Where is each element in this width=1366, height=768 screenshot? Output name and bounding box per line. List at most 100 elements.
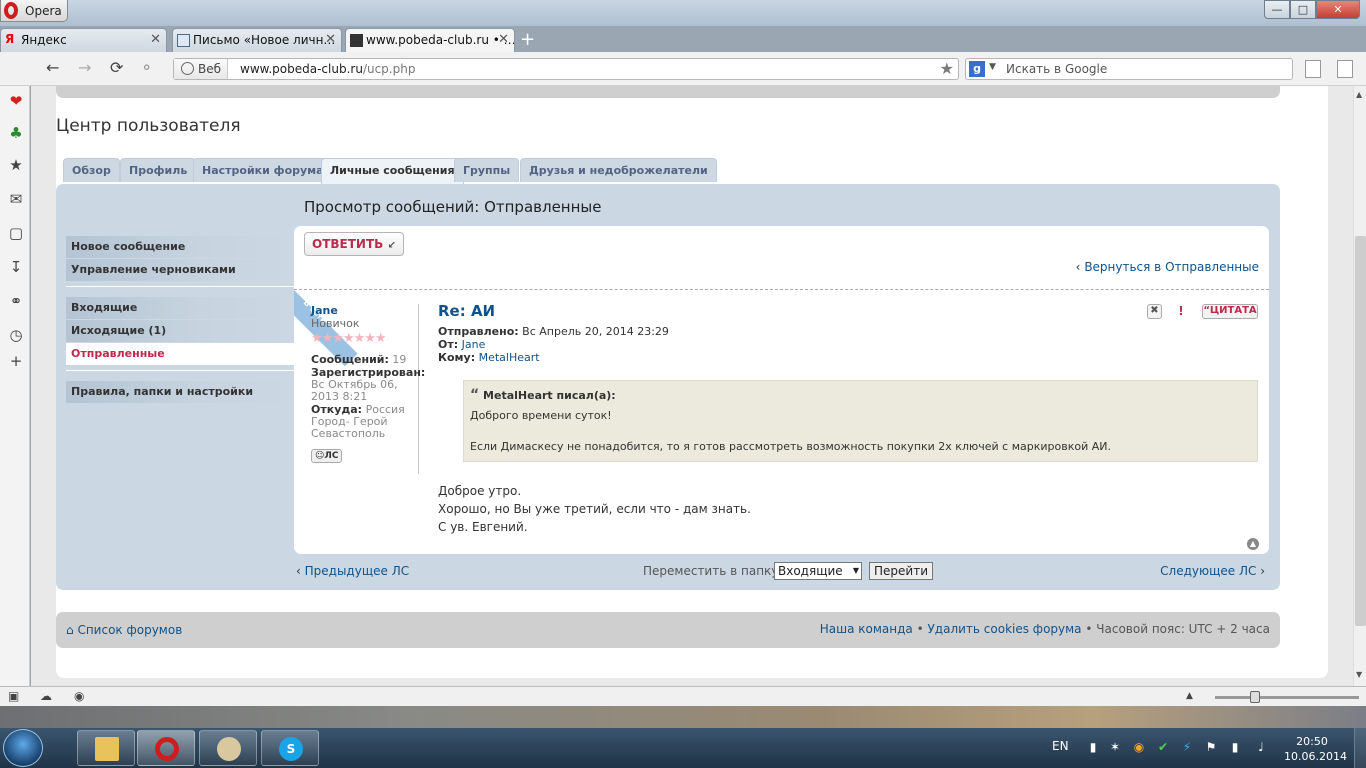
links-icon[interactable]: ⚭ <box>8 292 24 310</box>
notes-icon[interactable]: ▢ <box>8 224 24 242</box>
tab-pobeda[interactable]: www.pobeda-club.ru • … ✕ <box>345 28 515 53</box>
heart-icon[interactable]: ❤ <box>8 92 24 110</box>
back-arrow-icon[interactable]: ← <box>46 58 59 77</box>
side-panel: ❤ ♣ ★ ✉ ▢ ↧ ⚭ ◷ + <box>0 86 30 686</box>
back-to-sent-link[interactable]: ‹ Вернуться в Отправленные <box>1076 260 1259 274</box>
back-to-top-icon[interactable]: ▲ <box>1247 538 1259 550</box>
web-badge[interactable]: Веб <box>174 59 229 79</box>
app-tray-icon[interactable]: ◉ <box>1132 740 1146 754</box>
pm-button[interactable]: ☺ЛС <box>311 449 343 463</box>
delete-cookies-link[interactable]: Удалить cookies форума <box>927 622 1081 636</box>
to-label: Кому: <box>438 351 476 364</box>
cloud-icon[interactable]: ☁ <box>40 689 52 703</box>
address-bar[interactable]: Веб www.pobeda-club.ru/ucp.php ★ <box>173 58 959 80</box>
mail-panel-icon[interactable]: ✉ <box>8 190 24 208</box>
tab-label: Письмо «Новое личн… <box>193 33 336 47</box>
taskbar-opera[interactable] <box>137 730 195 766</box>
menu-item-sent[interactable]: Отправленные <box>66 343 294 365</box>
post-profile: Jane Новичок ★★★★★★★ Сообщений: 19 Зарег… <box>311 304 425 474</box>
folder-select[interactable]: Входящие <box>774 562 862 580</box>
add-panel-icon[interactable]: + <box>8 352 24 370</box>
tab-mail[interactable]: Письмо «Новое личн… ✕ <box>172 28 342 52</box>
quote-button[interactable]: “ЦИТАТА <box>1202 304 1258 319</box>
team-link[interactable]: Наша команда <box>820 622 913 636</box>
previous-pm-link[interactable]: ‹ Предыдущее ЛС <box>296 564 409 578</box>
next-pm-link[interactable]: Следующее ЛС › <box>1160 564 1265 578</box>
url-text[interactable]: www.pobeda-club.ru/ucp.php <box>240 62 415 76</box>
flag-tray-icon[interactable]: ⚑ <box>1204 740 1218 754</box>
tab-groups[interactable]: Группы <box>454 158 520 182</box>
check-tray-icon[interactable]: ✔ <box>1156 740 1170 754</box>
search-field[interactable]: g ▼ Искать в Google <box>965 58 1293 80</box>
post-title[interactable]: Re: АИ <box>438 302 1258 320</box>
quote-line: Доброго времени суток! <box>470 409 612 422</box>
tab-friends-foes[interactable]: Друзья и недоброжелатели <box>520 158 717 182</box>
quote-header: “ MetalHeart писал(а): <box>470 387 1251 403</box>
to-link[interactable]: MetalHeart <box>479 351 540 364</box>
network-signal-icon[interactable]: ▮ <box>1086 740 1100 754</box>
next-label: Следующее ЛС <box>1160 564 1257 578</box>
forum-index-link[interactable]: ⌂ Список форумов <box>66 623 182 637</box>
language-indicator[interactable]: EN <box>1052 739 1069 753</box>
taskbar-explorer[interactable] <box>77 730 135 766</box>
page-icon[interactable] <box>1305 60 1321 78</box>
opera-logo-icon <box>4 2 18 19</box>
tab-overview[interactable]: Обзор <box>63 158 120 182</box>
tab-private-messages[interactable]: Личные сообщения <box>321 158 464 184</box>
scroll-up-icon[interactable]: ▲ <box>1356 90 1362 99</box>
scroll-thumb[interactable] <box>1355 236 1366 626</box>
bookmark-star-icon[interactable]: ★ <box>940 59 954 78</box>
quote-button-label: ЦИТАТА <box>1209 305 1257 316</box>
downloads-icon[interactable]: ↧ <box>8 258 24 276</box>
close-window-button[interactable]: ✕ <box>1316 0 1360 19</box>
zoom-slider-handle[interactable] <box>1250 691 1260 703</box>
google-icon[interactable]: g <box>969 61 985 77</box>
tree-icon[interactable]: ♣ <box>8 124 24 142</box>
report-icon[interactable]: ! <box>1172 304 1190 319</box>
flash-tray-icon[interactable]: ⚡ <box>1180 740 1194 754</box>
home-label: Список форумов <box>77 623 183 637</box>
close-tab-icon[interactable]: ✕ <box>150 32 161 47</box>
delete-icon[interactable]: ✖ <box>1147 304 1162 319</box>
scroll-down-icon[interactable]: ▼ <box>1356 670 1362 679</box>
menu-panel-icon[interactable] <box>1337 60 1353 78</box>
menu-item-drafts[interactable]: Управление черновиками <box>66 259 294 281</box>
close-tab-icon[interactable]: ✕ <box>325 32 336 47</box>
maximize-button[interactable]: □ <box>1290 0 1316 19</box>
go-button[interactable]: Перейти <box>869 562 933 580</box>
new-tab-icon[interactable]: + <box>520 29 535 50</box>
clock[interactable]: 20:50 10.06.2014 <box>1284 734 1347 764</box>
close-tab-icon[interactable]: ✕ <box>498 32 509 47</box>
tab-profile[interactable]: Профиль <box>120 158 197 182</box>
key-icon[interactable]: ⚬ <box>140 58 153 77</box>
opera-menu-button[interactable]: Opera <box>0 0 68 22</box>
taskbar-skype[interactable]: S <box>261 730 319 766</box>
bluetooth-icon[interactable]: ✶ <box>1108 740 1122 754</box>
taskbar-paint[interactable] <box>199 730 257 766</box>
tab-yandex[interactable]: Я Яндекс ✕ <box>0 28 167 52</box>
reply-button[interactable]: ОТВЕТИТЬ ↙ <box>304 232 404 256</box>
search-engine-dropdown-icon[interactable]: ▼ <box>989 62 996 72</box>
forward-arrow-icon[interactable]: → <box>78 58 91 77</box>
zoom-slider[interactable] <box>1215 696 1359 699</box>
from-link[interactable]: Jane <box>462 338 486 351</box>
panel-toggle-icon[interactable]: ▣ <box>8 689 19 703</box>
reload-icon[interactable]: ⟳ <box>110 58 123 77</box>
vertical-scrollbar[interactable]: ▲ ▼ <box>1353 86 1366 686</box>
minimize-button[interactable]: — <box>1264 0 1290 19</box>
quote-open-icon: “ <box>470 387 480 403</box>
power-tray-icon[interactable]: ▮ <box>1228 740 1242 754</box>
start-button[interactable] <box>3 729 43 767</box>
tab-forum-settings[interactable]: Настройки форума <box>193 158 333 182</box>
bookmarks-star-icon[interactable]: ★ <box>8 156 24 174</box>
menu-item-outbox[interactable]: Исходящие (1) <box>66 320 294 342</box>
menu-item-rules-folders[interactable]: Правила, папки и настройки <box>66 381 294 403</box>
speed-dial-icon[interactable]: ◉ <box>74 689 84 703</box>
menu-item-new-message[interactable]: Новое сообщение <box>66 236 294 258</box>
show-desktop-button[interactable] <box>1354 728 1366 768</box>
author-name[interactable]: Jane <box>311 304 418 317</box>
view-up-icon[interactable]: ▲ <box>1186 691 1193 701</box>
volume-icon[interactable]: ♩ <box>1254 740 1268 754</box>
menu-item-inbox[interactable]: Входящие <box>66 297 294 319</box>
history-clock-icon[interactable]: ◷ <box>8 326 24 344</box>
